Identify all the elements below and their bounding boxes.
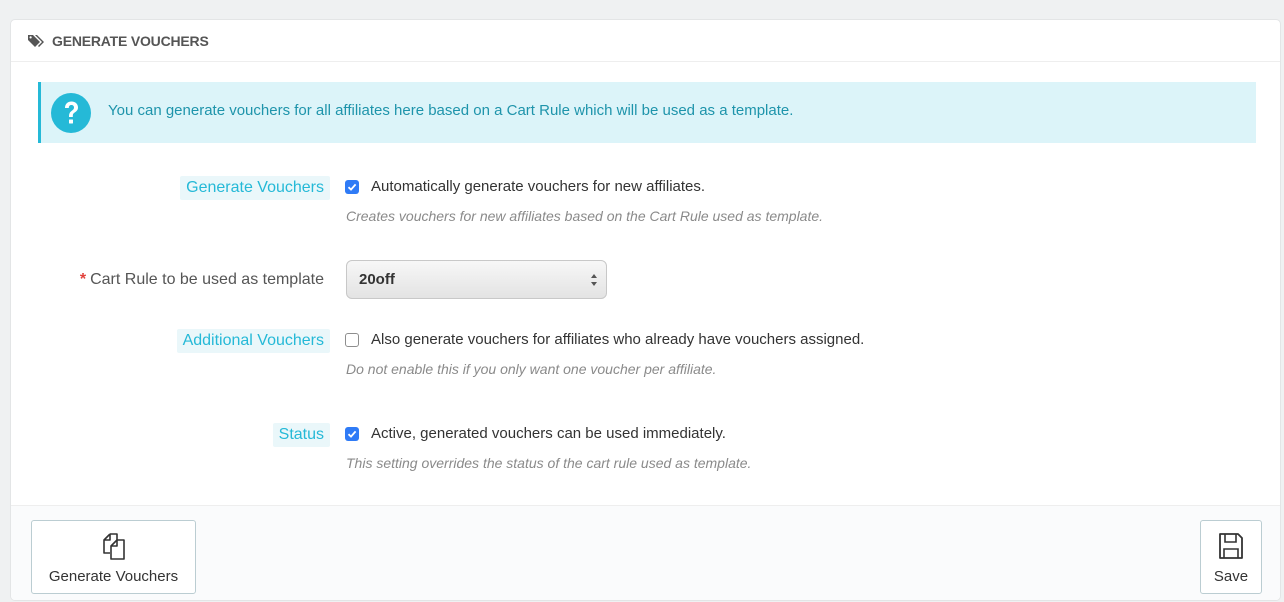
status-help: This setting overrides the status of the…: [346, 455, 752, 471]
floppy-disk-icon: [1219, 533, 1243, 559]
generate-vouchers-button[interactable]: Generate Vouchers: [31, 520, 196, 594]
copy-icon: [102, 533, 125, 560]
status-checkbox[interactable]: [345, 427, 359, 441]
additional-vouchers-checkbox-label[interactable]: Also generate vouchers for affiliates wh…: [371, 331, 864, 348]
panel-heading: GENERATE VOUCHERS: [11, 20, 1280, 62]
question-circle-icon: [51, 93, 91, 133]
additional-vouchers-label[interactable]: Additional Vouchers: [176, 329, 330, 353]
save-button[interactable]: Save: [1200, 520, 1262, 594]
status-label[interactable]: Status: [272, 423, 330, 447]
checkmark-icon: [347, 183, 357, 191]
cart-rule-label: * Cart Rule to be used as template: [74, 268, 330, 292]
cart-rule-label-text: Cart Rule to be used as template: [90, 271, 324, 288]
save-button-label: Save: [1213, 568, 1249, 585]
tags-icon: [28, 35, 44, 47]
generate-vouchers-panel: GENERATE VOUCHERS You can generate vouch…: [10, 19, 1281, 601]
checkmark-icon: [347, 430, 357, 438]
auto-generate-checkbox[interactable]: [345, 180, 359, 194]
alert-text: You can generate vouchers for all affili…: [108, 102, 794, 119]
additional-vouchers-checkbox[interactable]: [345, 333, 359, 347]
generate-vouchers-label[interactable]: Generate Vouchers: [180, 176, 330, 200]
cart-rule-selected-value: 20off: [359, 271, 395, 288]
required-mark: *: [79, 271, 87, 288]
panel-footer: Generate Vouchers Save: [11, 505, 1280, 600]
auto-generate-help: Creates vouchers for new affiliates base…: [346, 208, 824, 224]
generate-vouchers-button-label: Generate Vouchers: [48, 568, 179, 585]
cart-rule-select[interactable]: 20off: [346, 260, 607, 299]
status-checkbox-label[interactable]: Active, generated vouchers can be used i…: [371, 425, 726, 442]
auto-generate-checkbox-label[interactable]: Automatically generate vouchers for new …: [371, 178, 705, 195]
additional-vouchers-help: Do not enable this if you only want one …: [346, 361, 717, 377]
select-arrows-icon: [591, 274, 597, 286]
panel-title: GENERATE VOUCHERS: [52, 33, 209, 49]
info-alert: You can generate vouchers for all affili…: [38, 82, 1256, 143]
